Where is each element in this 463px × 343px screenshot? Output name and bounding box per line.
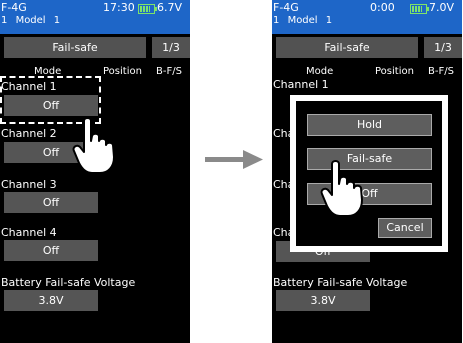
model-number: 1	[1, 15, 8, 26]
status-bar: F-4G 17:30 6.7V 1 Model 1	[0, 0, 190, 34]
battery-fs-voltage-button[interactable]: 3.8V	[4, 290, 98, 311]
column-mode: Mode	[306, 66, 334, 77]
channel-3-mode-button[interactable]: Off	[4, 192, 98, 213]
channel-2-label: Channel 2	[1, 127, 57, 140]
channel-4-label: Channel 4	[1, 226, 57, 239]
column-bfs: B-F/S	[428, 66, 454, 77]
radio-type: F-4G	[1, 1, 27, 14]
arrow-right-icon	[205, 150, 263, 169]
clock: 0:00	[370, 1, 395, 14]
column-position: Position	[375, 66, 414, 77]
screen-title-button[interactable]: Fail-safe	[276, 37, 418, 58]
column-position: Position	[103, 66, 142, 77]
voltage: 7.0V	[429, 1, 455, 14]
clock: 17:30	[103, 1, 135, 14]
radio-type: F-4G	[273, 1, 299, 14]
cancel-button[interactable]: Cancel	[378, 218, 432, 238]
model-label: 1 Model 1	[273, 14, 332, 28]
battery-fs-voltage-button[interactable]: 3.8V	[276, 290, 370, 311]
page-indicator-button[interactable]: 1/3	[152, 37, 190, 58]
hand-pointer-icon	[72, 117, 115, 174]
screen-title-button[interactable]: Fail-safe	[4, 37, 146, 58]
battery-fs-label: Battery Fail-safe Voltage	[273, 276, 408, 289]
mode-selection-popup: Hold Fail-safe Off Cancel	[290, 95, 448, 252]
battery-fs-label: Battery Fail-safe Voltage	[1, 276, 136, 289]
model-label: 1 Model 1	[1, 14, 60, 28]
channel-4-mode-button[interactable]: Off	[4, 240, 98, 261]
column-bfs: B-F/S	[156, 66, 182, 77]
status-bar: F-4G 0:00 7.0V 1 Model 1	[272, 0, 462, 34]
hold-option-button[interactable]: Hold	[307, 114, 432, 136]
model-name: Model 1	[287, 15, 333, 26]
voltage: 6.7V	[157, 1, 183, 14]
page-indicator-button[interactable]: 1/3	[424, 37, 462, 58]
popup-dashed-frame: Hold Fail-safe Off Cancel	[296, 101, 442, 246]
channel-3-label: Channel 3	[1, 178, 57, 191]
battery-icon	[410, 4, 429, 14]
hand-pointer-icon	[320, 160, 363, 217]
model-name: Model 1	[15, 15, 61, 26]
model-number: 1	[273, 15, 280, 26]
channel-1-label: Channel 1	[273, 78, 329, 91]
battery-icon	[138, 4, 157, 14]
